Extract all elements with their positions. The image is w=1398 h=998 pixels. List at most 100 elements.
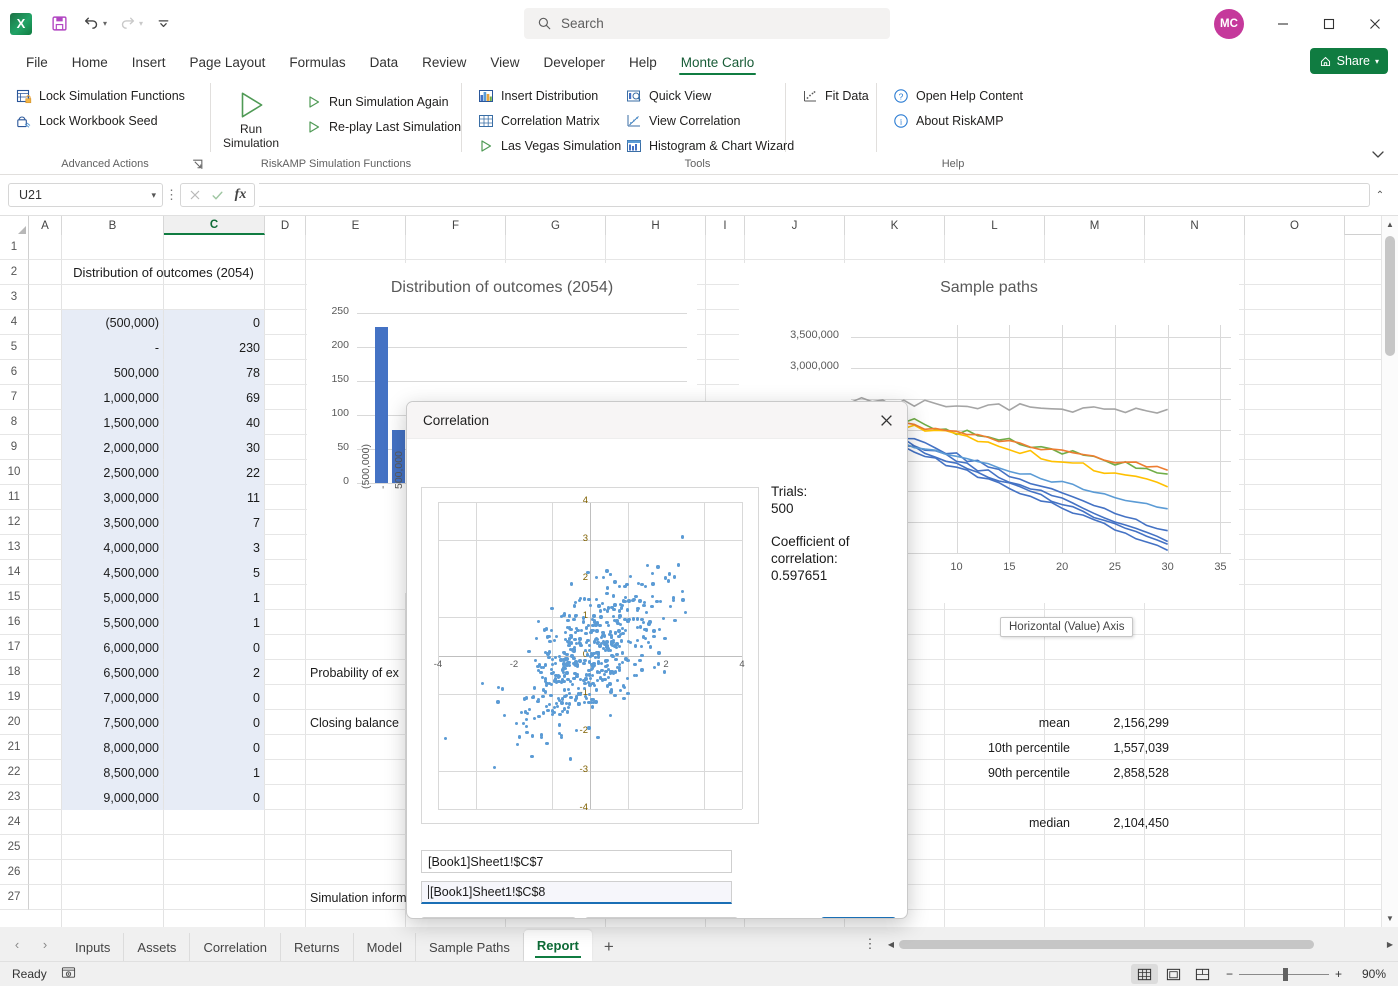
col-header-J[interactable]: J: [745, 216, 845, 235]
row-header-23[interactable]: 23: [0, 785, 29, 810]
cell-probability-label[interactable]: Probability of ex: [306, 660, 416, 685]
table-row[interactable]: 0: [164, 785, 264, 810]
las-vegas-simulation-button[interactable]: Las Vegas Simulation: [470, 134, 628, 157]
tab-file[interactable]: File: [14, 51, 60, 76]
avatar[interactable]: MC: [1214, 9, 1244, 39]
scroll-up-icon[interactable]: ▲: [1382, 216, 1398, 233]
row-header-17[interactable]: 17: [0, 635, 29, 660]
correlation-field-2[interactable]: [Book1]Sheet1!$C$8: [421, 881, 732, 904]
table-row[interactable]: 40: [164, 410, 264, 435]
open-help-content-button[interactable]: ? Open Help Content: [885, 84, 1030, 107]
maximize-icon[interactable]: [1306, 0, 1352, 47]
normal-view-icon[interactable]: [1131, 964, 1158, 984]
table-row[interactable]: 3,500,000: [62, 510, 163, 535]
ribbon-collapse-icon[interactable]: [1370, 146, 1386, 162]
row-header-9[interactable]: 9: [0, 435, 29, 460]
row-header-7[interactable]: 7: [0, 385, 29, 410]
zoom-track[interactable]: [1239, 974, 1329, 975]
advanced-actions-dialog-launcher[interactable]: [191, 158, 204, 171]
record-macro-icon[interactable]: [61, 965, 76, 983]
correlation-matrix-button[interactable]: Correlation Matrix: [470, 109, 628, 132]
insert-distribution-button[interactable]: Insert Distribution: [470, 84, 628, 107]
hscroll-right-icon[interactable]: ▶: [1382, 940, 1398, 949]
zoom-thumb[interactable]: [1283, 968, 1288, 981]
table-row[interactable]: 5,500,000: [62, 610, 163, 635]
run-simulation-button[interactable]: Run Simulation: [219, 84, 283, 154]
row-header-24[interactable]: 24: [0, 810, 29, 835]
sheet-tab-model[interactable]: Model: [354, 933, 416, 961]
paste-in-spreadsheet-button[interactable]: Paste in Spreadsheet: [585, 917, 738, 919]
chevron-left-icon[interactable]: ‹: [6, 933, 28, 955]
scroll-down-icon[interactable]: ▼: [1382, 910, 1398, 927]
row-header-14[interactable]: 14: [0, 560, 29, 585]
table-row[interactable]: 7,000,000: [62, 685, 163, 710]
table-row[interactable]: 2,000,000: [62, 435, 163, 460]
col-header-I[interactable]: I: [706, 216, 745, 235]
sheet-tab-inputs[interactable]: Inputs: [62, 933, 124, 961]
tab-data[interactable]: Data: [358, 51, 411, 76]
table-row[interactable]: -: [62, 335, 163, 360]
chevron-right-icon[interactable]: ›: [34, 933, 56, 955]
close-icon[interactable]: [1352, 0, 1398, 47]
row-header-5[interactable]: 5: [0, 335, 29, 360]
undo-dropdown-icon[interactable]: ▾: [103, 19, 107, 28]
row-header-15[interactable]: 15: [0, 585, 29, 610]
table-row[interactable]: 6,000,000: [62, 635, 163, 660]
sheet-tab-sample-paths[interactable]: Sample Paths: [416, 933, 524, 961]
cell-mean-value[interactable]: 2,156,299: [1075, 710, 1173, 735]
lock-workbook-seed-button[interactable]: Lock Workbook Seed: [8, 109, 192, 132]
name-box[interactable]: U21 ▾: [8, 183, 163, 207]
table-row[interactable]: 3,000,000: [62, 485, 163, 510]
about-riskamp-button[interactable]: i About RiskAMP: [885, 109, 1030, 132]
cell-median-value[interactable]: 2,104,450: [1075, 810, 1173, 835]
table-row[interactable]: 1: [164, 760, 264, 785]
table-row[interactable]: 3: [164, 535, 264, 560]
correlation-field-1[interactable]: [Book1]Sheet1!$C$7: [421, 850, 732, 873]
table-row[interactable]: 0: [164, 635, 264, 660]
table-row[interactable]: 2: [164, 660, 264, 685]
table-row[interactable]: 7: [164, 510, 264, 535]
run-simulation-again-button[interactable]: Run Simulation Again: [298, 90, 468, 113]
col-header-D[interactable]: D: [265, 216, 306, 235]
minimize-icon[interactable]: [1260, 0, 1306, 47]
row-header-26[interactable]: 26: [0, 860, 29, 885]
table-row[interactable]: 11: [164, 485, 264, 510]
cell-B2-title[interactable]: Distribution of outcomes (2054): [62, 260, 265, 285]
col-header-E[interactable]: E: [306, 216, 406, 235]
insert-function-icon[interactable]: fx: [229, 184, 252, 206]
table-row[interactable]: 0: [164, 310, 264, 335]
row-header-20[interactable]: 20: [0, 710, 29, 735]
replay-last-simulation-button[interactable]: Re-play Last Simulation: [298, 115, 468, 138]
row-header-4[interactable]: 4: [0, 310, 29, 335]
row-header-25[interactable]: 25: [0, 835, 29, 860]
zoom-out-button[interactable]: −: [1226, 967, 1233, 981]
check-icon[interactable]: [206, 184, 229, 206]
row-header-10[interactable]: 10: [0, 460, 29, 485]
table-row[interactable]: 7,500,000: [62, 710, 163, 735]
row-header-19[interactable]: 19: [0, 685, 29, 710]
row-header-18[interactable]: 18: [0, 660, 29, 685]
cell-closing-balance-label[interactable]: Closing balance: [306, 710, 416, 735]
table-row[interactable]: 69: [164, 385, 264, 410]
row-header-1[interactable]: 1: [0, 235, 29, 260]
sheet-tab-returns[interactable]: Returns: [281, 933, 354, 961]
name-box-chevron-down-icon[interactable]: ▾: [151, 190, 156, 201]
vertical-scrollbar[interactable]: ▲ ▼: [1381, 216, 1398, 927]
table-row[interactable]: 5: [164, 560, 264, 585]
vertical-scroll-thumb[interactable]: [1385, 236, 1395, 356]
row-header-21[interactable]: 21: [0, 735, 29, 760]
histogram-chart-wizard-button[interactable]: Histogram & Chart Wizard: [618, 134, 801, 157]
row-header-3[interactable]: 3: [0, 285, 29, 310]
table-row[interactable]: 4,500,000: [62, 560, 163, 585]
zoom-slider[interactable]: − +: [1226, 967, 1342, 981]
tab-developer[interactable]: Developer: [531, 51, 617, 76]
horizontal-scrollbar[interactable]: ◀ ▶: [883, 937, 1398, 952]
col-header-A[interactable]: A: [29, 216, 62, 235]
tab-help[interactable]: Help: [617, 51, 669, 76]
sheet-tab-correlation[interactable]: Correlation: [190, 933, 281, 961]
table-row[interactable]: 1: [164, 610, 264, 635]
lock-simulation-functions-button[interactable]: Lock Simulation Functions: [8, 84, 192, 107]
save-icon[interactable]: [44, 10, 74, 38]
tab-insert[interactable]: Insert: [120, 51, 178, 76]
col-header-G[interactable]: G: [506, 216, 606, 235]
